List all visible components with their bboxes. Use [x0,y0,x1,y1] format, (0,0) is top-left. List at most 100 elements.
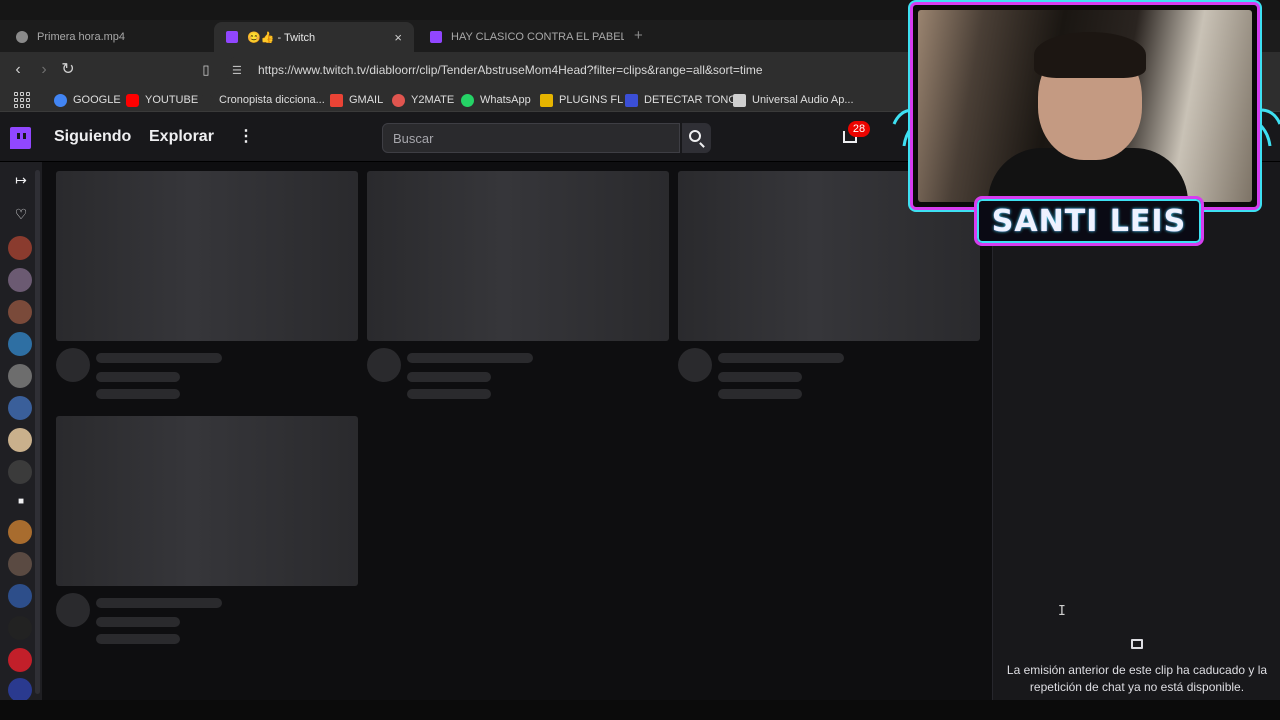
channel-avatar[interactable] [8,552,32,576]
apps-grid-icon[interactable] [14,92,30,108]
tab-favicon-icon [16,31,28,43]
new-tab-button[interactable]: + [634,27,643,44]
site-settings-icon[interactable]: ☰ [232,64,246,77]
search-input[interactable]: Buscar [382,123,680,153]
whatsapp-icon [461,93,474,107]
channel-avatar[interactable] [8,460,32,484]
channel-avatar[interactable] [8,678,32,702]
inbox-count-badge: 28 [848,121,870,137]
bookmark-label: YOUTUBE [145,94,199,106]
bookmark-star-icon[interactable]: ▯ [196,60,216,80]
bookmark-label: Universal Audio Ap... [752,94,854,106]
clip-avatar-placeholder [56,593,90,627]
webcam-video [918,10,1252,202]
nav-following-link[interactable]: Siguiendo [54,128,131,146]
youtube-icon [126,93,139,107]
tab-hay-clasico[interactable]: HAY CLASICO CONTRA EL PABELLON [418,22,624,52]
clip-thumbnail-placeholder[interactable] [56,171,358,341]
bookmark-google[interactable]: GOOGLE [54,92,121,108]
more-options-icon[interactable]: ⋮ [238,129,254,145]
clip-meta-placeholder [96,634,180,644]
channel-avatar[interactable] [8,396,32,420]
bookmark-youtube[interactable]: YOUTUBE [126,92,198,108]
back-arrow-icon[interactable]: ‹ [8,60,28,80]
bookmark-whatsapp[interactable]: WhatsApp [461,92,531,108]
channel-avatar[interactable] [8,520,32,544]
nav-browse-link[interactable]: Explorar [149,128,214,146]
bookmark-universal-audio[interactable]: Universal Audio Ap... [733,92,854,108]
channel-avatar[interactable] [8,300,32,324]
webcam-overlay: SANTI LEIS [892,0,1280,252]
clip-thumbnail-placeholder[interactable] [56,416,358,586]
detectar-tono-icon [625,93,638,107]
tab-close-icon[interactable]: × [394,30,402,45]
clip-meta-placeholder [718,372,802,382]
bookmark-label: WhatsApp [480,94,531,106]
tab-title: Primera hora.mp4 [37,31,126,43]
bookmark-gmail[interactable]: GMAIL [330,92,383,108]
bookmark-y2mate[interactable]: Y2MATE [392,92,454,108]
tab-title: HAY CLASICO CONTRA EL PABELLON [451,31,624,43]
webcam-person-hair [1034,32,1146,78]
streamer-name: SANTI LEIS [991,203,1187,239]
channel-avatar[interactable] [8,584,32,608]
clip-avatar-placeholder [367,348,401,382]
clapperboard-icon [1131,639,1143,649]
bookmark-cronopista[interactable]: Cronopista dicciona... [200,92,325,108]
channel-avatar[interactable] [8,364,32,388]
heart-icon[interactable]: ♡ [11,204,31,224]
bookmark-label: DETECTAR TONO [644,94,737,106]
video-camera-icon[interactable]: ■ [11,492,31,512]
bookmark-label: GMAIL [349,94,384,106]
clip-title-placeholder [407,353,533,363]
gmail-icon [330,93,343,107]
expand-sidebar-icon[interactable]: ↦ [11,170,31,190]
clip-thumbnail-placeholder[interactable] [367,171,669,341]
clip-meta-placeholder [96,389,180,399]
reload-icon[interactable]: ↻ [58,60,78,80]
clip-title-placeholder [96,598,222,608]
search-button[interactable] [682,123,711,153]
clip-title-placeholder [96,353,222,363]
twitch-favicon-icon [226,31,238,43]
bookmark-detectar-tono[interactable]: DETECTAR TONO [625,92,737,108]
clip-meta-placeholder [407,389,491,399]
bottom-edge [0,700,1280,720]
channel-avatar[interactable] [8,268,32,292]
channel-avatar[interactable] [8,236,32,260]
forward-arrow-icon[interactable]: › [34,60,54,80]
clip-meta-placeholder [96,372,180,382]
twitch-logo-icon[interactable] [10,127,31,149]
twitch-favicon-icon [430,31,442,43]
channel-avatar[interactable] [8,648,32,672]
clip-meta-placeholder [718,389,802,399]
bookmark-plugins-fl[interactable]: PLUGINS FL [540,92,623,108]
channel-avatar[interactable] [8,616,32,640]
tab-title: 😊👍 - Twitch [247,31,316,44]
cronopista-icon [200,93,213,107]
bookmark-label: Cronopista dicciona... [219,94,325,106]
chat-unavailable-message: La emisión anterior de este clip ha cadu… [1006,663,1268,694]
bookmark-label: PLUGINS FL [559,94,624,106]
tab-twitch-active[interactable]: 😊👍 - Twitch × [214,22,414,52]
search-icon [689,130,701,142]
folder-icon [540,93,553,107]
bookmark-label: Y2MATE [411,94,455,106]
channel-avatar[interactable] [8,428,32,452]
y2mate-icon [392,93,405,107]
address-bar[interactable]: ☰ https://www.twitch.tv/diabloorr/clip/T… [224,57,914,83]
text-cursor-icon: I [1058,604,1066,619]
streamer-name-plate: SANTI LEIS [974,196,1204,246]
clip-meta-placeholder [96,617,180,627]
followed-channels-sidebar: ↦ ♡ ■ [0,162,42,702]
screen: Primera hora.mp4 😊👍 - Twitch × HAY CLASI… [0,0,1280,720]
clip-avatar-placeholder [678,348,712,382]
tab-primera-hora[interactable]: Primera hora.mp4 [4,22,210,52]
universal-audio-icon [733,93,746,107]
clip-avatar-placeholder [56,348,90,382]
bookmark-label: GOOGLE [73,94,121,106]
google-icon [54,93,67,107]
sidebar-scrollbar[interactable] [35,170,40,694]
channel-avatar[interactable] [8,332,32,356]
url-text: https://www.twitch.tv/diabloorr/clip/Ten… [258,63,763,77]
